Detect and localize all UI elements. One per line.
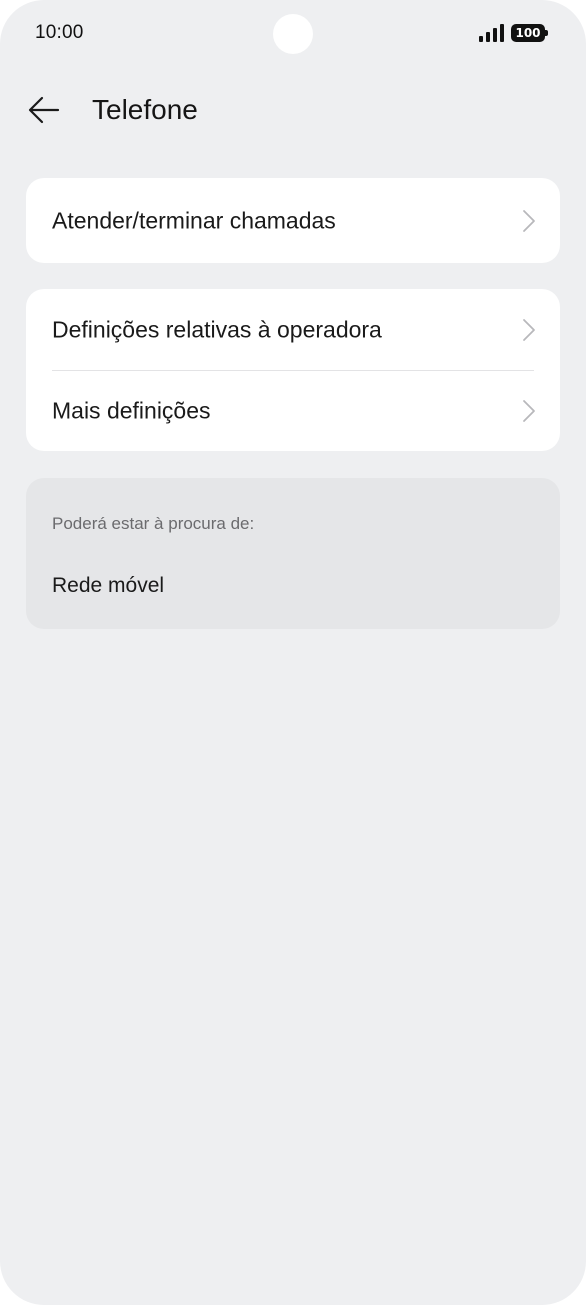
answer-end-calls-label: Atender/terminar chamadas: [52, 207, 336, 233]
status-bar: 10:00 100: [0, 0, 586, 66]
answer-end-calls-item[interactable]: Atender/terminar chamadas: [26, 178, 560, 263]
chevron-right-icon: [523, 318, 535, 341]
battery-tip: [545, 30, 548, 36]
battery-level: 100: [511, 24, 545, 42]
suggestion-mobile-network-link[interactable]: Rede móvel: [52, 574, 164, 598]
settings-group-carrier: Definições relativas à operadora Mais de…: [26, 289, 560, 451]
chevron-right-icon: [523, 209, 535, 232]
suggestions-caption: Poderá estar à procura de:: [52, 514, 255, 533]
chevron-right-icon: [523, 399, 535, 422]
header: Telefone: [0, 80, 586, 140]
back-button[interactable]: [22, 90, 66, 130]
more-settings-item[interactable]: Mais definições: [26, 370, 560, 451]
carrier-settings-item[interactable]: Definições relativas à operadora: [26, 289, 560, 370]
camera-cutout: [273, 14, 313, 54]
suggestions-card: Poderá estar à procura de: Rede móvel: [26, 478, 560, 629]
settings-group-calls: Atender/terminar chamadas: [26, 178, 560, 263]
more-settings-label: Mais definições: [52, 397, 211, 423]
arrow-left-icon: [28, 96, 60, 124]
phone-screen: 10:00 100 Telefone Atender/terminar cham…: [0, 0, 586, 1305]
status-time: 10:00: [35, 22, 84, 43]
carrier-settings-label: Definições relativas à operadora: [52, 316, 382, 342]
battery-icon: 100: [511, 24, 549, 42]
page-title: Telefone: [92, 94, 198, 125]
signal-bars-icon: [479, 24, 504, 42]
